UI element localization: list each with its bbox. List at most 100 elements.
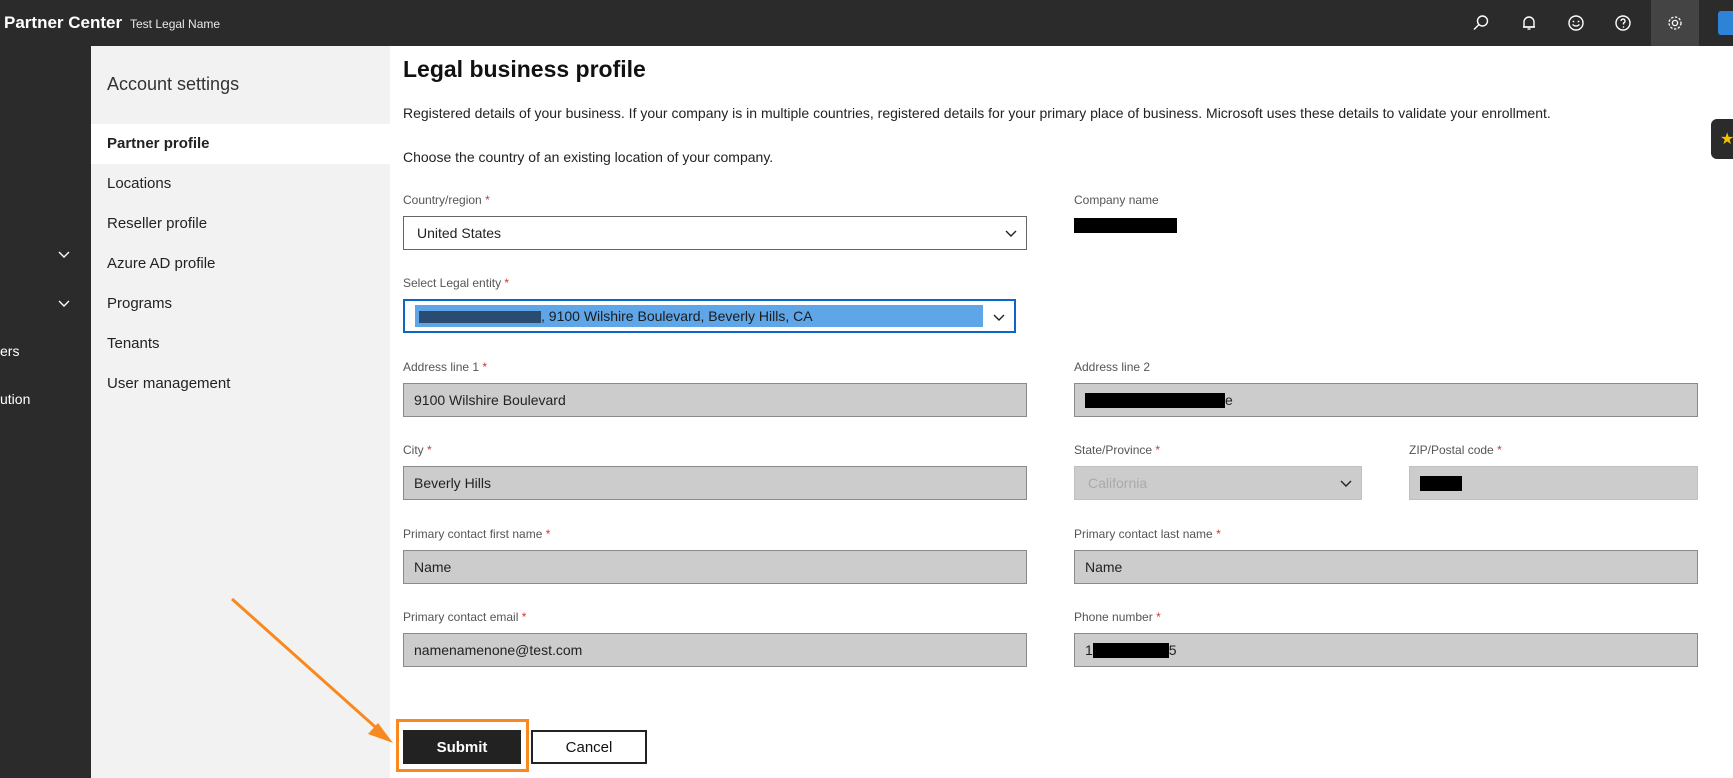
label-text: Select Legal entity [403,276,502,290]
first-name-label: Primary contact first name * [403,527,550,541]
chevron-down-icon [993,314,1005,321]
country-value: United States [417,225,502,241]
nav-item-user-management[interactable]: User management [91,364,390,404]
required-mark: * [1156,610,1161,624]
redaction [1092,642,1169,658]
required-mark: * [504,276,510,290]
state-select[interactable]: California [1074,466,1362,500]
label-text: ZIP/Postal code [1409,443,1494,457]
label-text: State/Province [1074,443,1153,457]
nav-item-tenants[interactable]: Tenants [91,324,390,364]
state-value: California [1088,475,1148,491]
help-icon[interactable] [1600,0,1646,46]
page-description: Registered details of your business. If … [403,105,1551,121]
chevron-down-icon[interactable] [57,248,71,262]
label-text: Phone number [1074,610,1153,624]
redaction [1085,392,1225,408]
field-value: namenamenone@test.com [414,642,583,658]
tenant-name: Test Legal Name [130,17,221,31]
field-value: 9100 Wilshire Boulevard [414,392,566,408]
city-label: City * [403,443,432,457]
label-text: Primary contact first name [403,527,543,541]
main-content: Legal business profile Registered detail… [391,46,1733,778]
required-mark: * [1216,527,1221,541]
legal-entity-select[interactable]: , 9100 Wilshire Boulevard, Beverly Hills… [403,299,1016,333]
submit-button[interactable]: Submit [403,730,521,764]
rail-item[interactable]: ers [0,343,19,359]
nav-item-programs[interactable]: Programs [91,284,390,324]
bell-icon[interactable] [1506,0,1552,46]
redaction [1074,218,1177,233]
nav-title: Account settings [107,74,240,94]
smiley-icon[interactable] [1553,0,1599,46]
nav-item-label: Partner profile [107,135,210,152]
address2-label: Address line 2 [1074,360,1151,374]
company-name-label: Company name [1074,193,1159,207]
phone-label: Phone number * [1074,610,1161,624]
nav-item-label: Programs [107,295,173,312]
field-value: 1 [1085,642,1093,658]
avatar-icon[interactable] [1718,11,1733,35]
nav-item-azure-ad-profile[interactable]: Azure AD profile [91,244,390,284]
zip-field[interactable] [1409,466,1698,500]
zip-label: ZIP/Postal code * [1409,443,1502,457]
nav-item-label: Azure AD profile [107,255,216,272]
label-text: Country/region [403,193,482,207]
required-mark: * [427,443,432,457]
required-mark: * [482,360,488,374]
top-bar: Partner Center Test Legal Name [0,0,1733,46]
nav-item-partner-profile[interactable]: Partner profile [91,124,390,164]
cancel-button[interactable]: Cancel [531,730,647,764]
label-text: Primary contact last name [1074,527,1213,541]
field-value: 5 [1168,642,1177,658]
last-name-field[interactable]: Name [1074,550,1698,584]
nav-item-label: Tenants [107,335,160,352]
country-select[interactable]: United States [403,216,1027,250]
legal-entity-value: , 9100 Wilshire Boulevard, Beverly Hills… [415,305,983,327]
label-text: Primary contact email [403,610,519,624]
legal-entity-label: Select Legal entity * [403,276,509,290]
rail-item[interactable]: ution [0,391,30,407]
nav-item-label: Reseller profile [107,215,208,232]
nav-item-reseller-profile[interactable]: Reseller profile [91,204,390,244]
address1-label: Address line 1 * [403,360,487,374]
country-label: Country/region * [403,193,490,207]
feedback-side-tab[interactable]: ★ [1711,119,1733,159]
nav-item-locations[interactable]: Locations [91,164,390,204]
redaction [419,311,541,324]
field-value: e [1225,392,1233,408]
last-name-label: Primary contact last name * [1074,527,1221,541]
redaction [1420,475,1462,491]
chevron-down-icon [1340,480,1352,487]
field-value: Beverly Hills [414,475,492,491]
email-field[interactable]: namenamenone@test.com [403,633,1027,667]
brand-title[interactable]: Partner Center [4,13,122,33]
field-value: Name [414,559,452,575]
left-rail: ers ution [0,46,91,778]
label-text: City [403,443,424,457]
field-value: Name [1085,559,1123,575]
required-mark: * [545,527,551,541]
address1-field[interactable]: 9100 Wilshire Boulevard [403,383,1027,417]
required-mark: * [485,193,490,207]
page-title: Legal business profile [403,56,646,82]
settings-nav: Account settings Partner profile Locatio… [91,46,390,778]
state-label: State/Province * [1074,443,1160,457]
required-mark: * [1155,443,1161,457]
nav-item-label: Locations [107,175,172,192]
chevron-down-icon [1005,230,1017,237]
required-mark: * [1497,443,1502,457]
gear-icon[interactable] [1651,0,1699,46]
star-icon: ★ [1720,131,1733,148]
required-mark: * [521,610,527,624]
legal-entity-text: , 9100 Wilshire Boulevard, Beverly Hills… [541,308,813,324]
email-label: Primary contact email * [403,610,526,624]
first-name-field[interactable]: Name [403,550,1027,584]
company-name-value [1074,218,1177,238]
address2-field[interactable]: e [1074,383,1698,417]
label-text: Address line 1 [403,360,480,374]
city-field[interactable]: Beverly Hills [403,466,1027,500]
search-icon[interactable] [1458,0,1504,46]
phone-field[interactable]: 15 [1074,633,1698,667]
chevron-down-icon[interactable] [57,297,71,311]
